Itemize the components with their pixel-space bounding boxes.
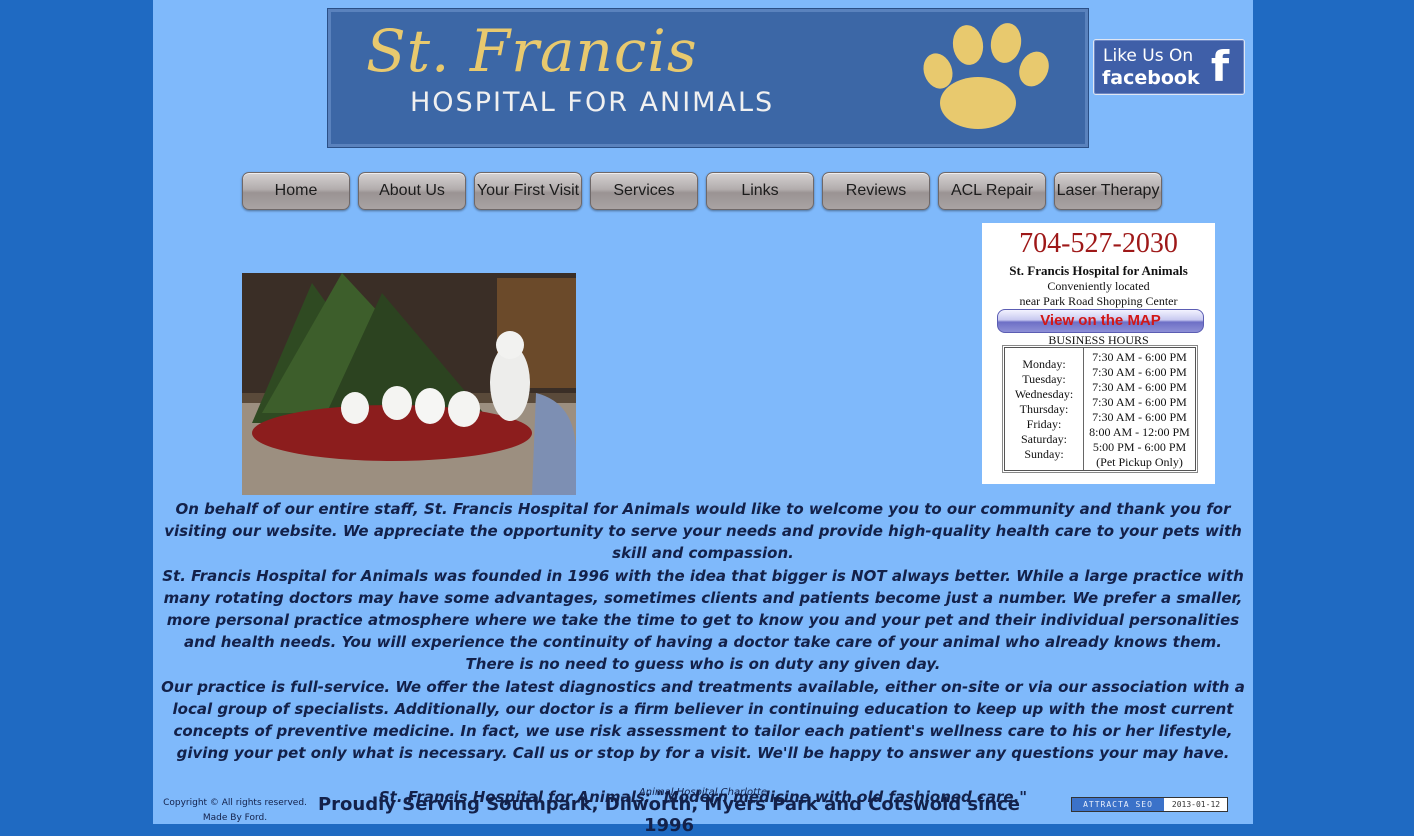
facebook-wordmark: facebook bbox=[1102, 67, 1200, 89]
day-label: Saturday: bbox=[1021, 431, 1067, 446]
phone-number[interactable]: 704-527-2030 bbox=[982, 228, 1215, 260]
site-title: St. Francis bbox=[366, 17, 698, 85]
nav-first-visit-button[interactable]: Your First Visit bbox=[474, 172, 582, 210]
contact-info-card: 704-527-2030 St. Francis Hospital for An… bbox=[982, 223, 1215, 484]
card-location-line2: near Park Road Shopping Center bbox=[1019, 294, 1178, 308]
nav-reviews-button[interactable]: Reviews bbox=[822, 172, 930, 210]
nav-home-button[interactable]: Home bbox=[242, 172, 350, 210]
card-location-line1: Conveniently located bbox=[1047, 279, 1150, 293]
time-range: 7:30 AM - 6:00 PM bbox=[1092, 380, 1187, 394]
badge-date: 2013-01-12 bbox=[1171, 800, 1221, 809]
day-label: Friday: bbox=[1026, 416, 1062, 431]
badge-brand: ATTRACTA SEO bbox=[1072, 798, 1164, 811]
nav-links-button[interactable]: Links bbox=[706, 172, 814, 210]
hours-times-column: 7:30 AM - 6:00 PM 7:30 AM - 6:00 PM 7:30… bbox=[1084, 348, 1195, 472]
business-hours-table: Monday: Tuesday: Wednesday: Thursday: Fr… bbox=[1002, 345, 1198, 473]
time-range: 7:30 AM - 6:00 PM bbox=[1092, 410, 1187, 424]
time-range: 8:00 AM - 12:00 PM bbox=[1089, 425, 1190, 439]
facebook-like-button[interactable]: Like Us On facebook f bbox=[1093, 39, 1245, 95]
nav-laser-therapy-button[interactable]: Laser Therapy bbox=[1054, 172, 1162, 210]
day-label: Wednesday: bbox=[1014, 386, 1074, 401]
serving-areas-text: Proudly Serving Southpark, Dilworth, Mye… bbox=[317, 794, 1021, 836]
paw-icon bbox=[923, 23, 1049, 129]
puppies-photo bbox=[242, 273, 576, 495]
welcome-content: On behalf of our entire staff, St. Franc… bbox=[158, 498, 1248, 809]
services-paragraph: Our practice is full-service. We offer t… bbox=[161, 677, 1245, 763]
time-range: 5:00 PM - 6:00 PM bbox=[1092, 440, 1187, 454]
time-range: (Pet Pickup Only) bbox=[1096, 455, 1183, 469]
header-banner[interactable]: St. Francis HOSPITAL FOR ANIMALS bbox=[327, 8, 1089, 148]
nav-services-button[interactable]: Services bbox=[590, 172, 698, 210]
time-range: 7:30 AM - 6:00 PM bbox=[1092, 395, 1187, 409]
time-range: 7:30 AM - 6:00 PM bbox=[1092, 365, 1187, 379]
hours-days-column: Monday: Tuesday: Wednesday: Thursday: Fr… bbox=[1005, 348, 1084, 470]
view-map-button[interactable]: View on the MAP bbox=[997, 309, 1204, 333]
facebook-f-icon: f bbox=[1210, 42, 1230, 91]
day-label: Thursday: bbox=[1019, 401, 1069, 416]
facebook-like-text: Like Us On bbox=[1103, 46, 1194, 66]
business-hours-title: BUSINESS HOURS bbox=[1048, 333, 1149, 347]
attracta-seo-badge[interactable]: ATTRACTA SEO 2013-01-12 bbox=[1071, 797, 1228, 812]
copyright-notice: Copyright © All rights reserved. Made By… bbox=[155, 796, 315, 826]
copyright-text: Copyright © All rights reserved. bbox=[163, 798, 307, 808]
page-container: St. Francis HOSPITAL FOR ANIMALS Like Us… bbox=[153, 0, 1253, 836]
card-hospital-name: St. Francis Hospital for Animals bbox=[1009, 263, 1188, 278]
site-subtitle: HOSPITAL FOR ANIMALS bbox=[410, 87, 775, 118]
nav-acl-repair-button[interactable]: ACL Repair bbox=[938, 172, 1046, 210]
day-label: Monday: bbox=[1022, 356, 1066, 371]
day-label: Tuesday: bbox=[1022, 371, 1066, 386]
history-paragraph: St. Francis Hospital for Animals was fou… bbox=[162, 566, 1244, 674]
welcome-paragraph: On behalf of our entire staff, St. Franc… bbox=[164, 500, 1242, 563]
time-range: 7:30 AM - 6:00 PM bbox=[1092, 350, 1187, 364]
nav-about-us-button[interactable]: About Us bbox=[358, 172, 466, 210]
day-label: Sunday: bbox=[1024, 446, 1064, 461]
